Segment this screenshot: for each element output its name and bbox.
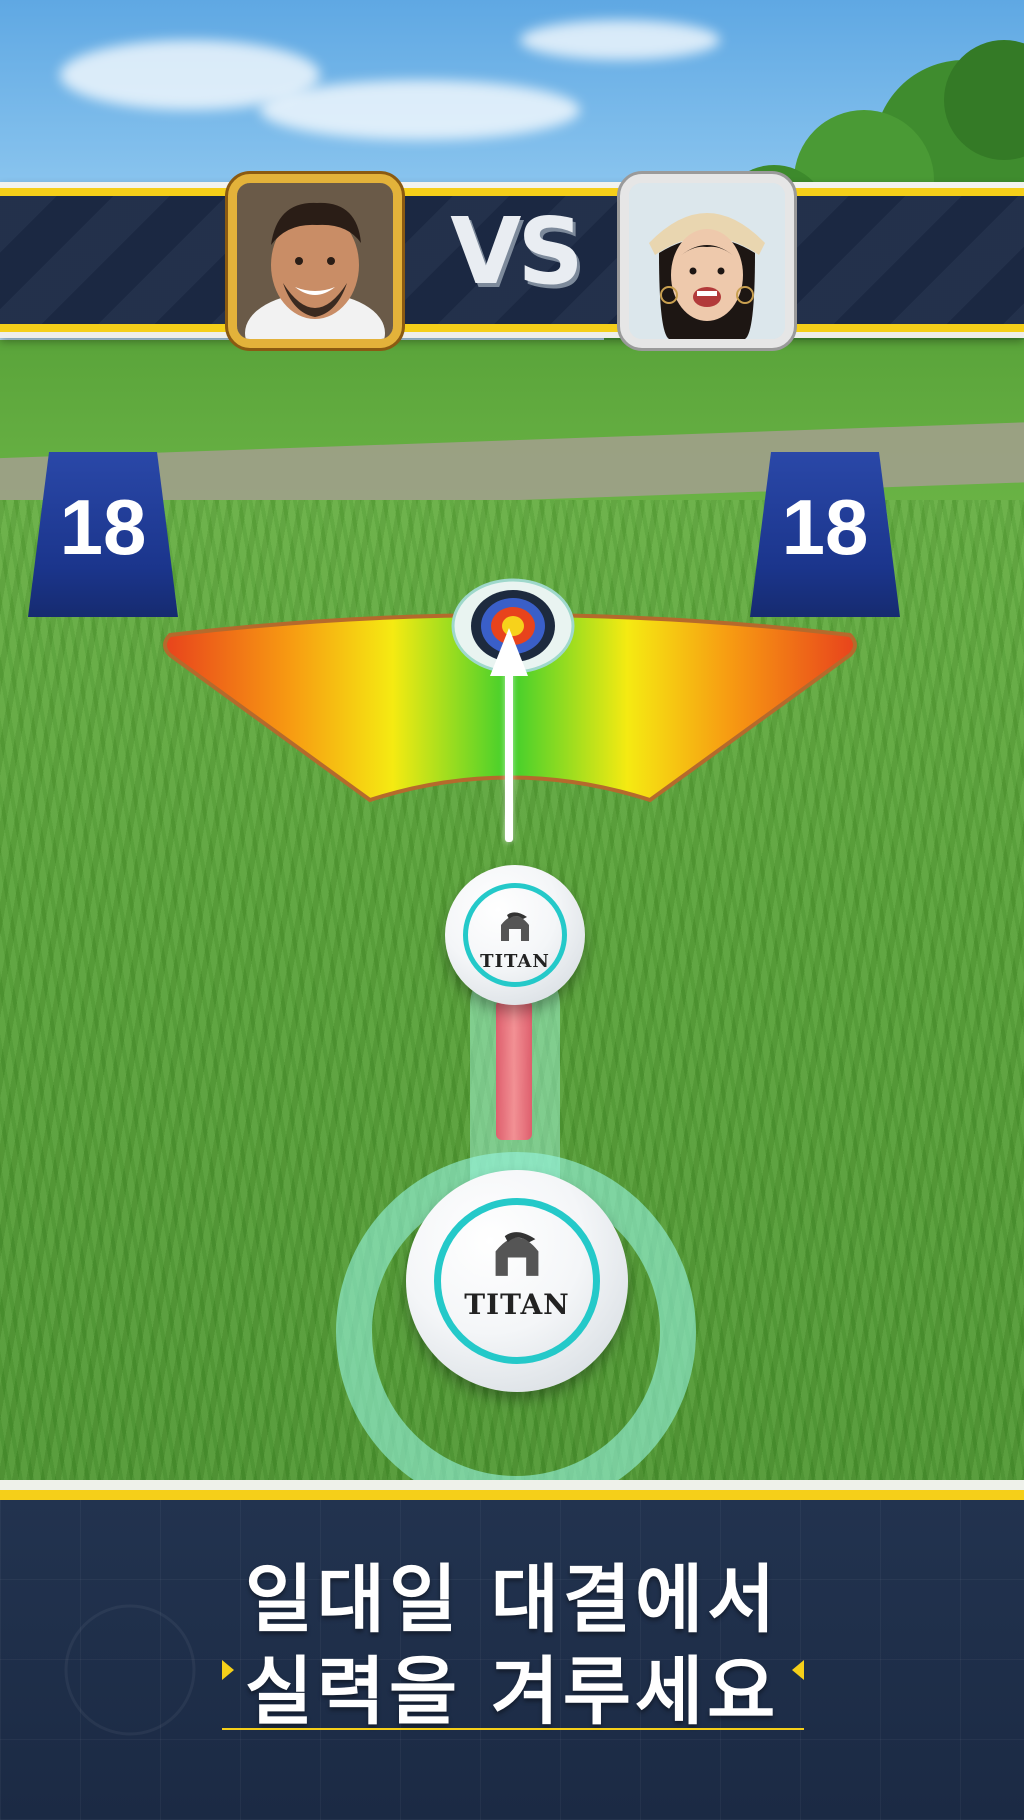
aim-arrow-head	[490, 628, 528, 676]
tee-peg	[496, 1000, 532, 1140]
golf-ball[interactable]: TITAN	[406, 1170, 628, 1392]
spartan-helmet-icon	[501, 912, 529, 941]
ball-brand-label: TITAN	[464, 1288, 570, 1321]
promo-headline-line1: 일대일 대결에서	[244, 1557, 780, 1643]
hole-number-left: 18	[59, 483, 147, 571]
tee-marker-left: 18	[28, 452, 178, 617]
cloud	[260, 80, 580, 140]
player-two-avatar[interactable]	[620, 174, 794, 348]
ball-brand-label: TITAN	[480, 951, 550, 972]
hole-number-right: 18	[781, 483, 869, 571]
player-one-avatar[interactable]	[228, 174, 402, 348]
promo-headline-line2: 실력을 겨루세요	[244, 1649, 780, 1735]
man-portrait-icon	[237, 183, 393, 339]
aim-arrow-shaft	[505, 670, 513, 842]
game-scene: VS 18 18 TITAN TITAN 일대일 대결에서 실력을 겨루세요	[0, 0, 1024, 1820]
versus-label: VS	[450, 198, 583, 305]
caret-right-icon	[222, 1660, 234, 1680]
spartan-helmet-icon	[495, 1232, 539, 1276]
headline-underline	[222, 1728, 804, 1730]
golf-ball-preview: TITAN	[445, 865, 585, 1005]
versus-banner: VS	[0, 170, 1024, 350]
caret-left-icon	[792, 1660, 804, 1680]
woman-portrait-icon	[629, 183, 785, 339]
